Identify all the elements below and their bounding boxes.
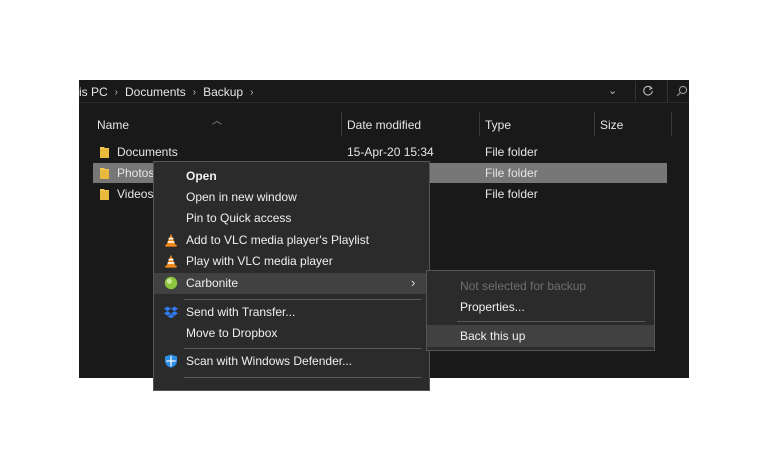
menu-item-label: Open in new window: [186, 190, 297, 204]
file-row[interactable]: Documents 15-Apr-20 15:34 File folder: [93, 142, 667, 162]
carbonite-globe-icon: [164, 276, 178, 290]
breadcrumb: is PC › Documents › Backup ›: [79, 84, 260, 100]
chevron-right-icon[interactable]: ›: [193, 87, 196, 98]
menu-item-label: Send with Transfer...: [186, 305, 296, 319]
submenu-item-back-this-up[interactable]: Back this up: [427, 325, 654, 347]
vlc-cone-icon: [165, 233, 177, 247]
file-type: File folder: [485, 166, 538, 180]
menu-item-open-new-window[interactable]: Open in new window: [154, 187, 429, 208]
search-icon: [676, 85, 688, 97]
menu-item-move-dropbox[interactable]: Move to Dropbox: [154, 323, 429, 344]
menu-item-label: Open: [186, 169, 217, 183]
column-divider[interactable]: [479, 112, 480, 136]
file-name: Photos: [117, 166, 155, 180]
file-type: File folder: [485, 145, 538, 159]
column-date-modified[interactable]: Date modified: [347, 118, 421, 132]
submenu-item-label: Not selected for backup: [460, 279, 587, 293]
menu-item-pin-quick-access[interactable]: Pin to Quick access: [154, 208, 429, 229]
chevron-right-icon[interactable]: ›: [250, 87, 253, 98]
submenu-arrow-icon: ›: [411, 275, 416, 290]
menu-separator: [184, 377, 422, 378]
breadcrumb-item-documents[interactable]: Documents: [125, 85, 186, 99]
context-menu: Open Open in new window Pin to Quick acc…: [153, 161, 430, 391]
menu-separator: [184, 348, 422, 349]
windows-defender-shield-icon: [165, 354, 177, 368]
breadcrumb-item-backup[interactable]: Backup: [203, 85, 243, 99]
menu-item-scan-defender[interactable]: Scan with Windows Defender...: [154, 351, 429, 372]
menu-separator: [457, 321, 645, 322]
file-name: Documents: [117, 145, 178, 159]
breadcrumb-item-this-pc[interactable]: is PC: [79, 85, 108, 99]
submenu-item-properties[interactable]: Properties...: [427, 296, 654, 318]
vlc-cone-icon: [165, 254, 177, 268]
file-name: Videos: [117, 187, 154, 201]
file-type: File folder: [485, 187, 538, 201]
refresh-icon: [643, 85, 653, 96]
menu-item-label: Add to VLC media player's Playlist: [186, 233, 370, 247]
column-name[interactable]: Name: [97, 118, 129, 132]
menu-item-label: Scan with Windows Defender...: [186, 354, 353, 368]
column-size[interactable]: Size: [600, 118, 623, 132]
menu-item-carbonite[interactable]: Carbonite ›: [154, 273, 429, 294]
menu-item-send-transfer[interactable]: Send with Transfer...: [154, 302, 429, 323]
menu-item-label: Carbonite: [186, 276, 239, 290]
submenu-item-label: Back this up: [460, 329, 526, 343]
menu-item-add-vlc-playlist[interactable]: Add to VLC media player's Playlist: [154, 230, 429, 251]
folder-icon: [100, 189, 109, 200]
menu-item-label: Play with VLC media player: [186, 254, 333, 268]
submenu-item-label: Properties...: [460, 300, 525, 314]
refresh-button[interactable]: [635, 81, 658, 101]
column-divider[interactable]: [594, 112, 595, 136]
menu-item-open[interactable]: Open: [154, 166, 429, 187]
column-divider[interactable]: [341, 112, 342, 136]
search-box[interactable]: [667, 80, 689, 102]
menu-separator: [184, 299, 422, 300]
menu-item-play-vlc[interactable]: Play with VLC media player: [154, 251, 429, 272]
column-header: ︿ Name Date modified Type Size: [79, 103, 689, 143]
address-bar[interactable]: is PC › Documents › Backup › ⌄: [79, 80, 689, 103]
carbonite-submenu: Not selected for backup Properties... Ba…: [426, 270, 655, 351]
folder-icon: [100, 168, 109, 179]
sort-ascending-icon: ︿: [212, 116, 222, 127]
column-divider[interactable]: [671, 112, 672, 136]
chevron-right-icon[interactable]: ›: [115, 87, 118, 98]
column-type[interactable]: Type: [485, 118, 511, 132]
menu-item-label: Move to Dropbox: [186, 326, 278, 340]
dropbox-icon: [164, 306, 178, 319]
file-date: 15-Apr-20 15:34: [347, 145, 434, 159]
submenu-item-not-selected: Not selected for backup: [427, 275, 654, 297]
menu-item-label: Pin to Quick access: [186, 211, 292, 225]
chevron-down-icon[interactable]: ⌄: [608, 84, 617, 97]
folder-icon: [100, 147, 109, 158]
